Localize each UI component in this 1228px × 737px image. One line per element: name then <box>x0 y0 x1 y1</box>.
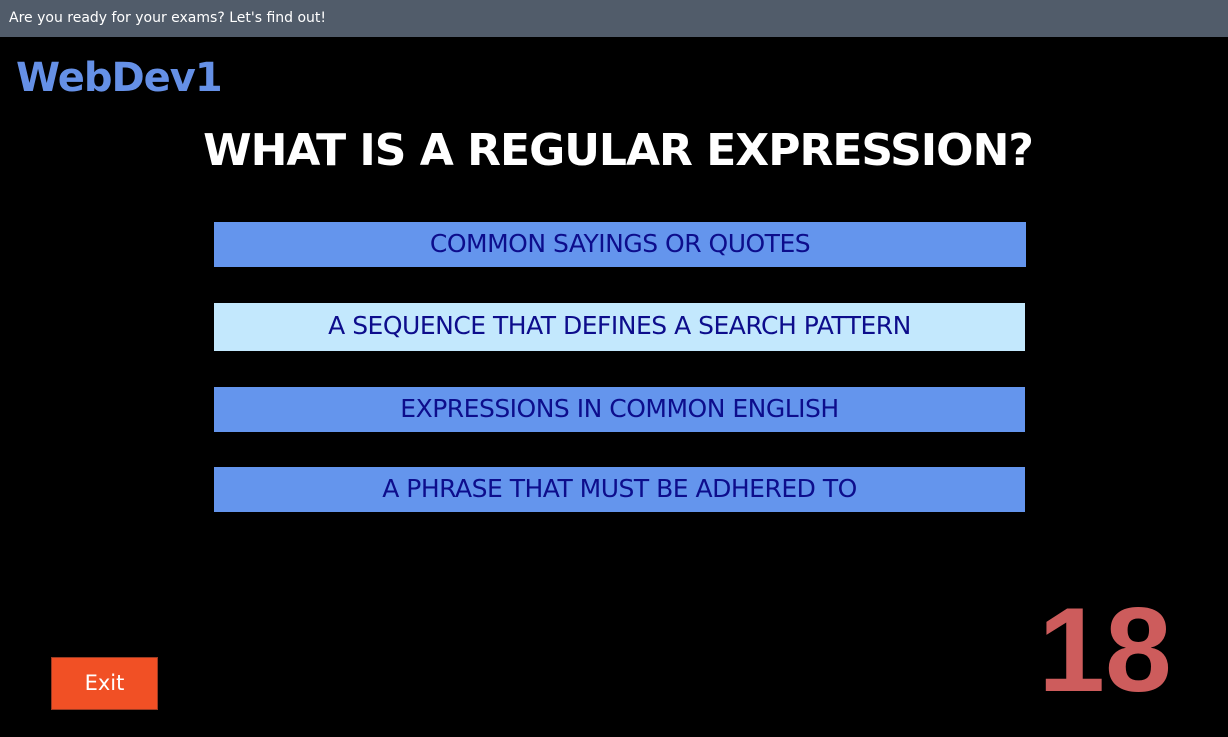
countdown-timer: 18 <box>1038 583 1172 717</box>
app-logo: WebDev1 <box>16 55 223 101</box>
answer-option-3[interactable]: EXPRESSIONS IN COMMON ENGLISH <box>214 387 1025 432</box>
quiz-app: WebDev1 WHAT IS A REGULAR EXPRESSION? CO… <box>0 37 1228 737</box>
window-titlebar: Are you ready for your exams? Let's find… <box>0 0 1228 37</box>
exit-button[interactable]: Exit <box>51 657 158 710</box>
window-title: Are you ready for your exams? Let's find… <box>9 10 327 26</box>
answer-option-1[interactable]: COMMON SAYINGS OR QUOTES <box>214 222 1026 267</box>
question-text: WHAT IS A REGULAR EXPRESSION? <box>203 125 1034 176</box>
answer-option-2[interactable]: A SEQUENCE THAT DEFINES A SEARCH PATTERN <box>214 303 1025 351</box>
answer-option-4[interactable]: A PHRASE THAT MUST BE ADHERED TO <box>214 467 1025 512</box>
